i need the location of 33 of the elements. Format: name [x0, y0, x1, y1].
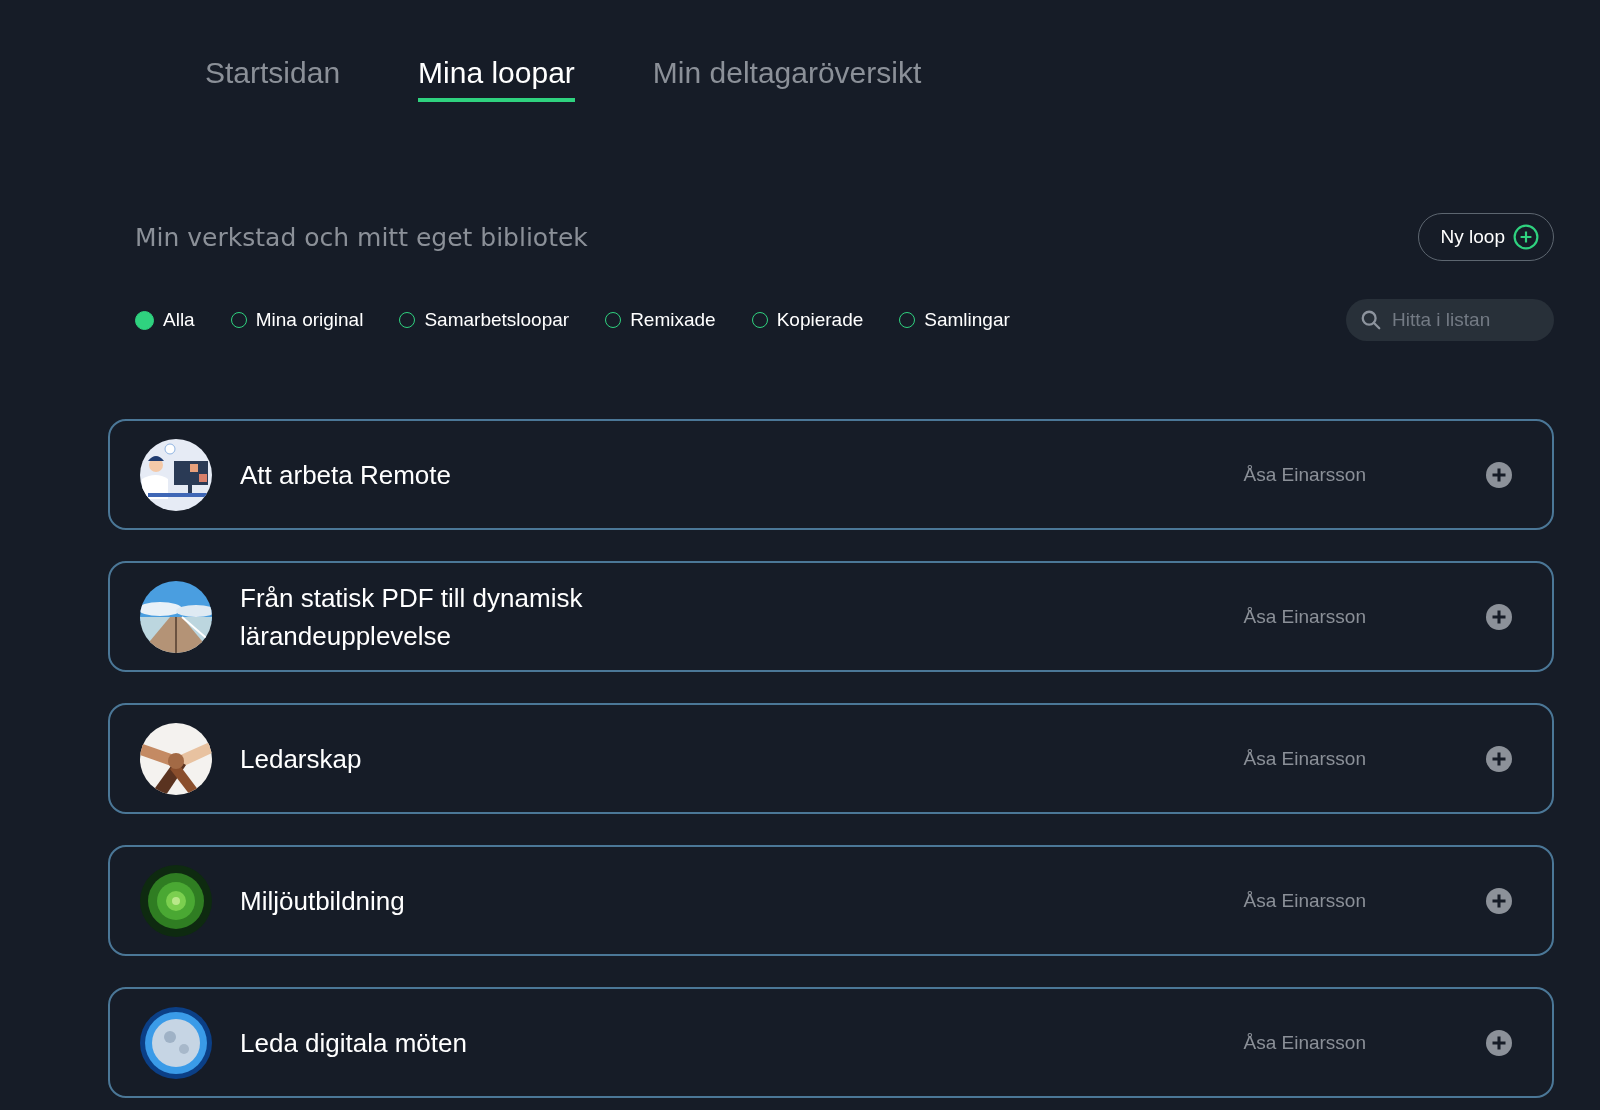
loop-title: Leda digitala möten [240, 1026, 468, 1060]
search-field[interactable]: Hitta i listan [1346, 299, 1554, 341]
loop-card[interactable]: Leda digitala möten Åsa Einarsson [108, 987, 1554, 1098]
add-icon[interactable] [1486, 887, 1512, 914]
search-icon [1360, 309, 1382, 331]
filter-radio[interactable]: Kopierade [751, 309, 864, 331]
filter-radio[interactable]: Samlingar [899, 309, 1010, 331]
loop-title: Miljöutbildning [240, 884, 406, 918]
loop-card[interactable]: Miljöutbildning Åsa Einarsson [108, 845, 1554, 956]
author-name: Åsa Einarsson [1243, 605, 1366, 628]
add-icon[interactable] [1486, 745, 1512, 772]
nav-tab[interactable]: Mina loopar [418, 56, 575, 102]
add-icon[interactable] [1486, 461, 1512, 488]
loop-title: Att arbeta Remote [240, 458, 452, 492]
nav-tab[interactable]: Startsidan [205, 56, 341, 102]
author-name: Åsa Einarsson [1243, 463, 1366, 486]
loop-card[interactable]: Att arbeta Remote Åsa Einarsson [108, 419, 1554, 530]
author-name: Åsa Einarsson [1243, 747, 1366, 770]
author-name: Åsa Einarsson [1243, 1031, 1366, 1054]
loop-title: Ledarskap [240, 742, 363, 776]
plus-icon [1513, 224, 1539, 250]
nav-tab[interactable]: Min deltagaröversikt [652, 56, 922, 102]
loop-card[interactable]: Från statisk PDF till dynamisk lärandeupplevelse Åsa Einarsson [108, 561, 1554, 672]
section-heading: Min verkstad och mitt eget bibliotek [135, 222, 588, 252]
add-icon[interactable] [1486, 1029, 1512, 1056]
loop-title: Från statisk PDF till dynamisk lärandeupplevelse [240, 581, 584, 653]
add-icon[interactable] [1486, 603, 1512, 630]
loop-card[interactable]: Ledarskap Åsa Einarsson [108, 703, 1554, 814]
filter-radio[interactable]: Mina original [230, 309, 364, 331]
filter-radio[interactable]: Remixade [605, 309, 716, 331]
filter-radio[interactable]: Samarbetsloopar [399, 309, 570, 331]
author-name: Åsa Einarsson [1243, 889, 1366, 912]
filter-radio[interactable]: Alla [135, 309, 195, 331]
